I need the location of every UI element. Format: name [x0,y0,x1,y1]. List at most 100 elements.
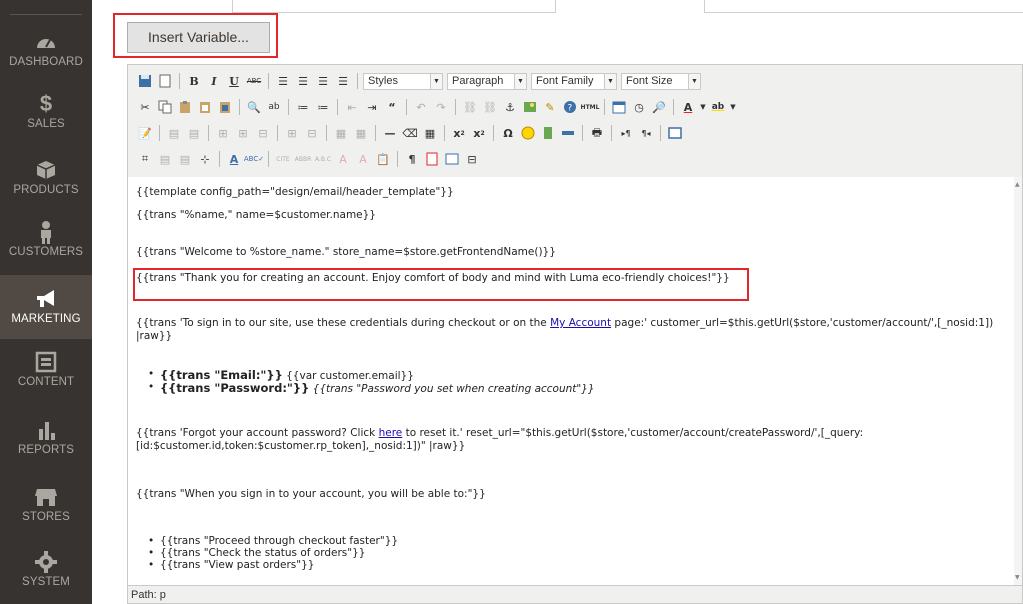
insert-layer-icon[interactable]: ⌗ [136,150,154,168]
sidebar-item-stores[interactable]: STORES [0,485,92,529]
delete-col-icon[interactable]: ⊟ [303,124,321,142]
visual-aid-icon[interactable]: ▦ [421,124,439,142]
toolbar-separator [219,151,220,167]
italic-icon[interactable]: I [205,72,223,90]
sidebar-item-content[interactable]: CONTENT [0,350,92,394]
indent-icon[interactable]: ⇥ [363,98,381,116]
anchor-icon[interactable]: ⚓ [501,98,519,116]
rtl-icon[interactable]: ¶◂ [637,124,655,142]
insert-time-icon[interactable]: ◷ [630,98,648,116]
sidebar-item-marketing[interactable]: MARKETING [0,275,92,339]
outdent-icon[interactable]: ⇤ [343,98,361,116]
split-cells-icon[interactable]: ▦ [332,124,350,142]
text-color-icon[interactable]: A [679,98,697,116]
cite-icon[interactable]: CITE [274,150,292,168]
remove-format-icon[interactable]: ⌫ [401,124,419,142]
sidebar-item-system[interactable]: SYSTEM [0,550,92,594]
preview-icon[interactable]: 🔎 [650,98,668,116]
image-icon[interactable] [521,98,539,116]
insert-date-icon[interactable] [610,98,628,116]
superscript-icon[interactable]: x2 [470,124,488,142]
style-props-icon[interactable]: A [225,150,243,168]
paragraph-select[interactable]: Paragraph ▼ [447,72,527,90]
insertion-icon[interactable]: A [354,150,372,168]
styles-select[interactable]: Styles ▼ [363,72,443,90]
chevron-down-icon[interactable]: ▼ [699,98,707,116]
font-size-select[interactable]: Font Size ▼ [621,72,701,90]
top-input-right[interactable] [704,0,1023,13]
scroll-down-icon[interactable]: ▼ [1015,574,1020,581]
media-icon[interactable] [539,124,557,142]
chevron-down-icon[interactable]: ▼ [729,98,737,116]
here-link[interactable]: here [379,427,403,439]
layer-icon[interactable] [559,124,577,142]
undo-icon[interactable]: ↶ [412,98,430,116]
new-document-icon[interactable] [156,72,174,90]
insert-row-after-icon[interactable]: ⊞ [234,124,252,142]
fullscreen-icon[interactable] [666,124,684,142]
scroll-up-icon[interactable]: ▲ [1015,181,1020,188]
html-source-icon[interactable]: HTML [581,98,600,116]
align-right-icon[interactable]: ☰ [314,72,332,90]
sidebar-item-reports[interactable]: REPORTS [0,418,92,462]
bullet-list-icon[interactable]: ≔ [294,98,312,116]
insert-col-icon[interactable]: ⊞ [283,124,301,142]
table-cell-icon[interactable]: ▤ [185,124,203,142]
paste-text-icon[interactable] [196,98,214,116]
align-left-icon[interactable]: ☰ [274,72,292,90]
paste-icon[interactable] [176,98,194,116]
merge-cells-icon[interactable]: ▦ [352,124,370,142]
link-icon[interactable]: ⛓ [461,98,479,116]
underline-icon[interactable]: U [225,72,243,90]
table-row-icon[interactable]: ▤ [165,124,183,142]
find-icon[interactable]: 🔍 [245,98,263,116]
ltr-icon[interactable]: ▸¶ [617,124,635,142]
cleanup-icon[interactable]: ✎ [541,98,559,116]
bold-icon[interactable]: B [185,72,203,90]
move-backward-icon[interactable]: ▤ [176,150,194,168]
insert-variable-button[interactable]: Insert Variable... [127,22,270,53]
paste-word-icon[interactable] [216,98,234,116]
horizontal-rule-icon[interactable]: — [381,124,399,142]
spellcheck-icon[interactable]: ABC✓ [244,150,264,168]
font-family-select[interactable]: Font Family ▼ [531,72,617,90]
insert-row-before-icon[interactable]: ⊞ [214,124,232,142]
abbr-icon[interactable]: ABBR [294,150,312,168]
acronym-icon[interactable]: A.B.C [314,150,332,168]
copy-icon[interactable] [156,98,174,116]
replace-icon[interactable]: ab [265,98,283,116]
sidebar-item-dashboard[interactable]: DASHBOARD [0,30,92,74]
cut-icon[interactable]: ✂ [136,98,154,116]
unlink-icon[interactable]: ⛓ [481,98,499,116]
show-blocks-icon[interactable]: ¶ [403,150,421,168]
delete-row-icon[interactable]: ⊟ [254,124,272,142]
deletion-icon[interactable]: A [334,150,352,168]
move-forward-icon[interactable]: ▤ [156,150,174,168]
emoticon-icon[interactable] [519,124,537,142]
help-icon[interactable]: ? [561,98,579,116]
sidebar-item-sales[interactable]: $ SALES [0,92,92,136]
subscript-icon[interactable]: x2 [450,124,468,142]
numbered-list-icon[interactable]: ≔ [314,98,332,116]
special-char-icon[interactable]: Ω [499,124,517,142]
editor-content[interactable]: {{template config_path="design/email/hea… [128,177,1022,585]
editor-scrollbar[interactable]: ▲ ▼ [1014,177,1022,585]
print-icon[interactable]: 🖶 [588,124,606,142]
redo-icon[interactable]: ↷ [432,98,450,116]
my-account-link[interactable]: My Account [550,317,611,329]
align-center-icon[interactable]: ☰ [294,72,312,90]
sidebar-item-customers[interactable]: CUSTOMERS [0,220,92,264]
blockquote-icon[interactable]: “ [383,98,401,116]
align-justify-icon[interactable]: ☰ [334,72,352,90]
save-icon[interactable] [136,72,154,90]
template-icon[interactable] [443,150,461,168]
sidebar-item-products[interactable]: PRODUCTS [0,158,92,202]
background-color-icon[interactable]: ab [709,98,727,116]
attributes-icon[interactable]: 📋 [374,150,392,168]
absolute-position-icon[interactable]: ⊹ [196,150,214,168]
table-edit-icon[interactable]: 📝 [136,124,154,142]
nonbreaking-icon[interactable] [423,150,441,168]
page-break-icon[interactable]: ⊟ [463,150,481,168]
top-input-left[interactable] [232,0,556,13]
strikethrough-icon[interactable]: ABC [245,72,263,90]
